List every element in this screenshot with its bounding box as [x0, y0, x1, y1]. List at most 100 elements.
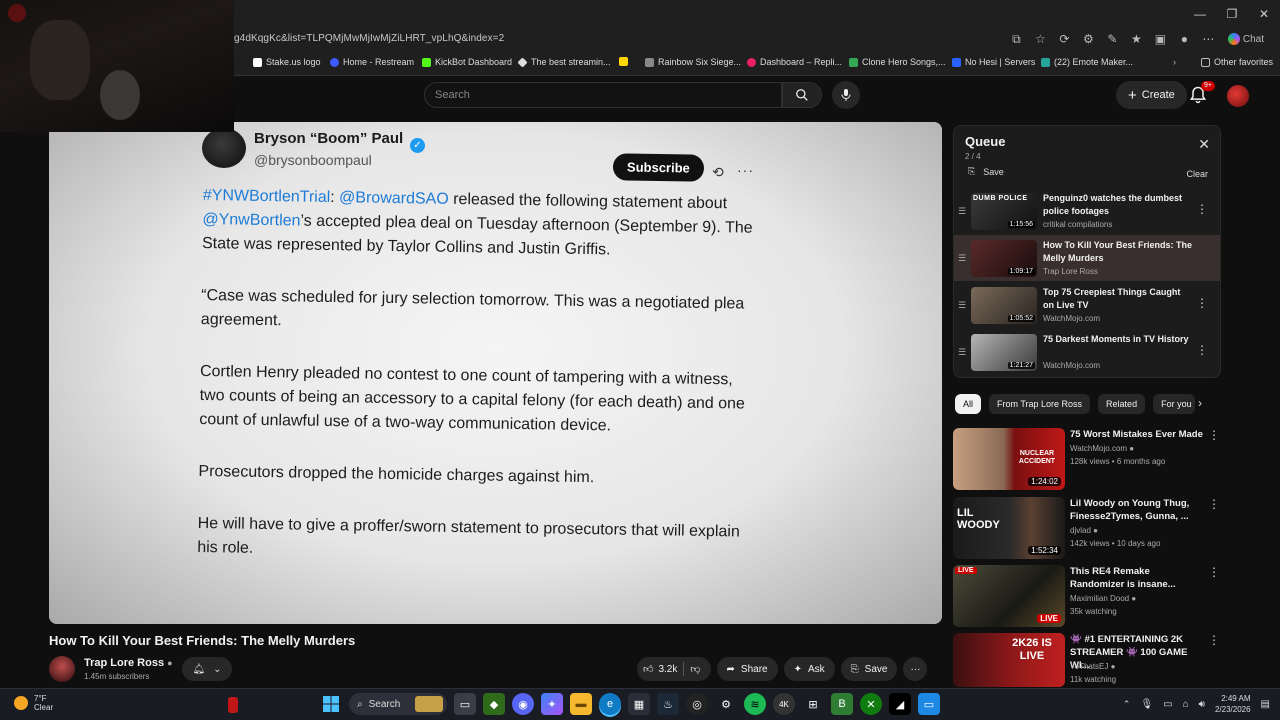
task-view-icon[interactable]: ▭ — [454, 693, 476, 715]
bookmark-yellow[interactable] — [619, 57, 628, 66]
bookmark-nohesi[interactable]: No Hesi | Servers — [952, 57, 1035, 67]
weather-widget[interactable]: 7°F Clear — [14, 694, 53, 712]
voice-search-button[interactable] — [832, 81, 860, 109]
more-vertical-icon[interactable]: ⋮ — [1196, 343, 1208, 357]
minimize-icon[interactable]: — — [1184, 0, 1216, 28]
taskbar-search[interactable]: ⌕ Search — [349, 693, 447, 715]
more-vertical-icon[interactable]: ⋮ — [1196, 296, 1208, 310]
store-icon[interactable]: ▦ — [628, 693, 650, 715]
queue-save-button[interactable]: ⎘ Save — [968, 166, 1004, 177]
refresh-icon[interactable]: ⟳ — [1056, 30, 1073, 48]
bookmark-streaming[interactable]: The best streamin... — [517, 56, 611, 68]
display-icon[interactable]: ▭ — [1163, 699, 1172, 710]
save-button[interactable]: ⎘ Save — [840, 657, 898, 681]
more-actions-button[interactable]: ··· — [903, 657, 928, 681]
favorites-icon[interactable]: ★ — [1128, 30, 1145, 48]
verified-check-icon: ● — [1110, 662, 1116, 671]
bookmark-label: Rainbow Six Siege... — [658, 57, 742, 67]
queue-item[interactable]: ☰ DUMB POLICE 1:15:56 Penguinz0 watches … — [954, 188, 1220, 234]
more-vertical-icon[interactable]: ⋮ — [1196, 202, 1208, 216]
url-text[interactable]: g4dKqgKc&list=TLPQMjMwMjIwMjZiLHRT_vpLhQ… — [234, 33, 504, 44]
maximize-icon[interactable]: ❐ — [1216, 0, 1248, 28]
user-avatar[interactable] — [1227, 85, 1249, 107]
search-input[interactable] — [425, 83, 781, 107]
create-button[interactable]: + Create — [1116, 81, 1187, 109]
b-app-icon[interactable]: B — [831, 693, 853, 715]
system-clock[interactable]: 2:49 AM 2/23/2026 — [1215, 693, 1251, 715]
tray-overflow-icon[interactable]: ⌃ — [1123, 699, 1131, 710]
related-video[interactable]: LIL WOODY 1:52:34 Lil Woody on Young Thu… — [953, 497, 1228, 559]
more-vertical-icon[interactable]: ⋮ — [1208, 565, 1220, 579]
related-video[interactable]: NUCLEAR ACCIDENT 1:24:02 75 Worst Mistak… — [953, 428, 1228, 490]
favorite-star-icon[interactable]: ☆ — [1032, 30, 1049, 48]
share-button[interactable]: ➦ Share — [716, 657, 778, 681]
more-vertical-icon[interactable]: ⋮ — [1208, 428, 1220, 442]
bookmark-kickbot[interactable]: KickBot Dashboard — [422, 57, 512, 67]
chip-for-you[interactable]: For you — [1153, 394, 1196, 414]
steam-icon[interactable]: ♨ — [657, 693, 679, 715]
bookmark-other-favorites[interactable]: Other favorites — [1201, 57, 1273, 67]
channel-name[interactable]: Trap Lore Ross ● — [84, 657, 173, 669]
puzzle-icon[interactable]: ✎ — [1104, 30, 1121, 48]
queue-item[interactable]: ☰ 1:21:27 75 Darkest Moments in TV Histo… — [954, 329, 1220, 375]
drag-handle-icon[interactable]: ☰ — [958, 206, 966, 217]
network-icon[interactable]: ⌂ — [1183, 699, 1189, 710]
search-button[interactable] — [782, 82, 822, 108]
folder-icon — [1201, 57, 1210, 67]
microphone-tray-icon[interactable]: 🎙︎ — [1140, 699, 1153, 710]
queue-clear-button[interactable]: Clear — [1186, 169, 1208, 179]
bookmark-emote[interactable]: (22) Emote Maker... — [1041, 57, 1133, 67]
notification-center-icon[interactable]: ▤ — [1261, 699, 1270, 710]
windows-start-icon[interactable] — [320, 693, 342, 715]
chip-from-channel[interactable]: From Trap Lore Ross — [989, 394, 1091, 414]
capcut-icon[interactable]: ◢ — [889, 693, 911, 715]
verified-check-icon: ● — [1131, 594, 1137, 603]
bookmark-replit[interactable]: Dashboard – Repli... — [747, 57, 842, 67]
close-window-icon[interactable]: ✕ — [1248, 0, 1280, 28]
thumbs-down-icon[interactable]: 👎︎ — [690, 663, 700, 675]
more-menu-icon[interactable]: ⋯ — [1200, 30, 1217, 48]
nvidia-icon[interactable]: ◆ — [483, 693, 505, 715]
file-explorer-icon[interactable]: ▬ — [570, 693, 592, 715]
copilot-app-icon[interactable]: ✦ — [541, 693, 563, 715]
chevron-right-icon[interactable]: › — [1198, 396, 1202, 410]
mixer-icon[interactable]: ⊞ — [802, 693, 824, 715]
remote-app-icon[interactable]: ▭ — [918, 693, 940, 715]
mention-link: @BrowardSAO — [338, 189, 449, 208]
edge-browser-icon[interactable]: e — [599, 693, 621, 715]
drag-handle-icon[interactable]: ☰ — [958, 347, 966, 358]
collections-icon[interactable]: ▣ — [1152, 30, 1169, 48]
obs-icon[interactable]: ◎ — [686, 693, 708, 715]
bookmark-stake[interactable]: Stake.us logo — [253, 57, 321, 67]
close-icon[interactable]: ✕ — [1198, 136, 1210, 153]
bookmark-restream[interactable]: Home - Restream — [330, 57, 414, 67]
settings-gear-icon[interactable]: ⚙ — [715, 693, 737, 715]
drag-handle-icon[interactable]: ☰ — [958, 253, 966, 264]
volume-icon[interactable]: 🔊︎ — [1199, 699, 1205, 710]
more-vertical-icon[interactable]: ⋮ — [1208, 633, 1220, 647]
subscription-bell-button[interactable]: 🔔︎ ⌄ — [182, 657, 232, 681]
split-screen-icon[interactable]: ⧉ — [1008, 30, 1025, 48]
queue-item[interactable]: ☰ 1:05:52 Top 75 Creepiest Things Caught… — [954, 282, 1220, 328]
bookmark-r6[interactable]: Rainbow Six Siege... — [645, 57, 741, 67]
drag-handle-icon[interactable]: ☰ — [958, 300, 966, 311]
copilot-chat-button[interactable]: Chat — [1224, 30, 1268, 48]
bookmarks-overflow-chevron-icon[interactable]: › — [1173, 57, 1176, 67]
xbox-icon[interactable]: ✕ — [860, 693, 882, 715]
chip-all[interactable]: All — [955, 394, 982, 414]
like-button[interactable]: 👍︎ 3.2k — [643, 663, 677, 676]
video-player[interactable]: Bryson “Boom” Paul ✓ @brysonboompaul Sub… — [49, 122, 942, 624]
4k-video-icon[interactable]: 4K — [773, 693, 795, 715]
discord-icon[interactable]: ◉ — [512, 693, 534, 715]
ask-button[interactable]: ✦ Ask — [783, 657, 835, 681]
chip-related[interactable]: Related — [1098, 394, 1146, 414]
extensions-icon[interactable]: ⚙ — [1080, 30, 1097, 48]
profile-icon[interactable]: ● — [1176, 30, 1193, 48]
related-video[interactable]: LIVE LIVE This RE4 Remake Randomizer is … — [953, 565, 1228, 627]
queue-item-current[interactable]: ☰ 1:09:17 How To Kill Your Best Friends:… — [954, 235, 1220, 281]
related-video[interactable]: 2K26 IS LIVE 👾 #1 ENTERTAINING 2K STREAM… — [953, 633, 1228, 687]
spotify-icon[interactable]: ≋ — [744, 693, 766, 715]
more-vertical-icon[interactable]: ⋮ — [1208, 497, 1220, 511]
bookmark-clonehero[interactable]: Clone Hero Songs,... — [849, 57, 946, 67]
channel-avatar[interactable] — [49, 656, 75, 682]
